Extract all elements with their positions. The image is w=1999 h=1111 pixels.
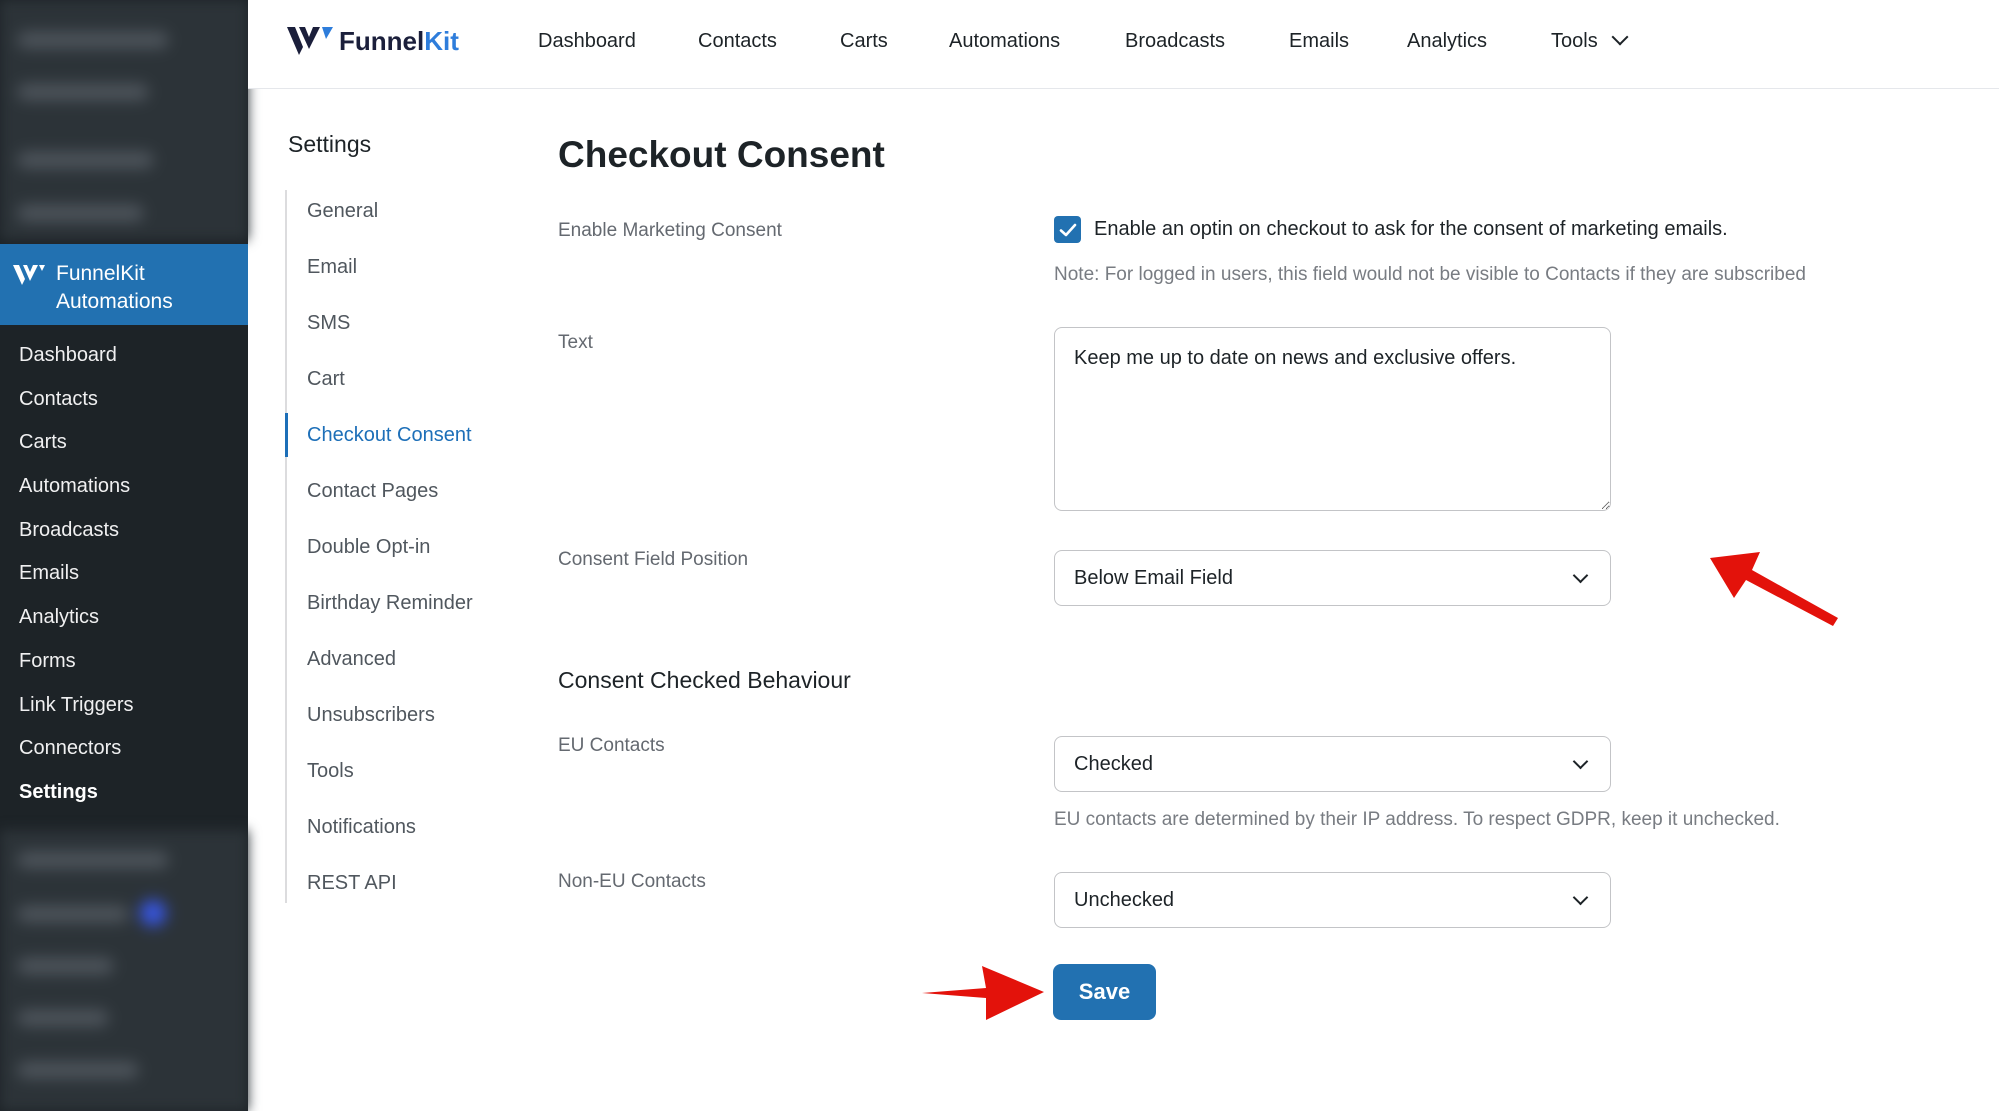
consent-checked-behaviour-title: Consent Checked Behaviour: [558, 667, 851, 693]
sidebar-item-funnelkit-automations[interactable]: FunnelKit Automations: [0, 244, 248, 325]
settings-nav-double-opt-in[interactable]: Double Opt-in: [307, 536, 430, 559]
top-nav-contacts[interactable]: Contacts: [698, 30, 777, 53]
consent-field-position-value: Below Email Field: [1074, 566, 1233, 589]
settings-nav-general[interactable]: General: [307, 200, 378, 223]
non-eu-contacts-select[interactable]: Unchecked: [1054, 872, 1611, 928]
top-nav-emails[interactable]: Emails: [1289, 30, 1349, 53]
blurred-menu-top: [0, 0, 248, 240]
settings-nav-advanced[interactable]: Advanced: [307, 648, 396, 671]
blurred-menu-bottom: [0, 830, 248, 1111]
marketing-consent-checkbox[interactable]: [1054, 216, 1081, 243]
marketing-consent-checkbox-label[interactable]: Enable an optin on checkout to ask for t…: [1094, 218, 1728, 241]
sidebar-item-automations[interactable]: Automations: [0, 465, 248, 509]
sidebar-item-link-triggers[interactable]: Link Triggers: [0, 684, 248, 728]
chevron-down-icon: [1572, 753, 1589, 770]
top-nav-carts[interactable]: Carts: [840, 30, 888, 53]
wp-admin-sidebar: FunnelKit Automations Dashboard Contacts…: [0, 0, 248, 1111]
eu-contacts-note: EU contacts are determined by their IP a…: [1054, 809, 1780, 830]
settings-nav-email[interactable]: Email: [307, 256, 357, 279]
sidebar-item-broadcasts[interactable]: Broadcasts: [0, 509, 248, 553]
settings-nav-birthday-reminder[interactable]: Birthday Reminder: [307, 592, 473, 615]
funnelkit-logo-icon: [13, 265, 45, 285]
sidebar-item-contacts[interactable]: Contacts: [0, 378, 248, 422]
top-nav-analytics[interactable]: Analytics: [1407, 30, 1487, 53]
non-eu-contacts-label: Non-EU Contacts: [558, 871, 706, 892]
text-field-label: Text: [558, 332, 593, 353]
settings-nav-notifications[interactable]: Notifications: [307, 816, 416, 839]
top-nav-broadcasts[interactable]: Broadcasts: [1125, 30, 1225, 53]
sidebar-item-emails[interactable]: Emails: [0, 552, 248, 596]
sidebar-item-analytics[interactable]: Analytics: [0, 596, 248, 640]
checkmark-icon: [1059, 223, 1076, 236]
sidebar-brand-label: FunnelKit Automations: [56, 262, 173, 313]
settings-nav-contact-pages[interactable]: Contact Pages: [307, 480, 438, 503]
consent-field-position-select[interactable]: Below Email Field: [1054, 550, 1611, 606]
eu-contacts-value: Checked: [1074, 752, 1153, 775]
settings-title: Settings: [288, 131, 372, 157]
settings-nav-cart[interactable]: Cart: [307, 368, 345, 391]
red-arrow-icon: [1710, 552, 1838, 626]
active-indicator: [285, 413, 288, 457]
sidebar-item-settings[interactable]: Settings: [0, 771, 248, 815]
sidebar-item-forms[interactable]: Forms: [0, 640, 248, 684]
chevron-down-icon: [1611, 28, 1629, 46]
settings-nav-checkout-consent[interactable]: Checkout Consent: [307, 424, 472, 447]
top-nav-tools-label: Tools: [1551, 30, 1598, 52]
settings-nav-rest-api[interactable]: REST API: [307, 872, 397, 895]
red-arrow-icon: [922, 966, 1044, 1020]
enable-marketing-consent-label: Enable Marketing Consent: [558, 220, 782, 241]
wp-admin-menu: Dashboard Contacts Carts Automations Bro…: [0, 334, 248, 815]
settings-nav: General Email SMS Cart Checkout Consent …: [285, 190, 525, 903]
marketing-consent-note: Note: For logged in users, this field wo…: [1054, 264, 1806, 285]
settings-nav-tools[interactable]: Tools: [307, 760, 354, 783]
chevron-down-icon: [1572, 567, 1589, 584]
settings-nav-unsubscribers[interactable]: Unsubscribers: [307, 704, 435, 727]
consent-text-input[interactable]: Keep me up to date on news and exclusive…: [1054, 327, 1611, 511]
top-header: FunnelKit Dashboard Contacts Carts Autom…: [248, 0, 1999, 89]
sidebar-item-carts[interactable]: Carts: [0, 421, 248, 465]
eu-contacts-label: EU Contacts: [558, 735, 665, 756]
non-eu-contacts-value: Unchecked: [1074, 888, 1175, 911]
top-nav-automations[interactable]: Automations: [949, 30, 1060, 53]
page-title: Checkout Consent: [558, 134, 885, 175]
top-nav-tools[interactable]: Tools: [1551, 28, 1629, 53]
consent-field-position-label: Consent Field Position: [558, 549, 749, 570]
chevron-down-icon: [1572, 889, 1589, 906]
sidebar-item-dashboard[interactable]: Dashboard: [0, 334, 248, 378]
eu-contacts-select[interactable]: Checked: [1054, 736, 1611, 792]
sidebar-item-connectors[interactable]: Connectors: [0, 727, 248, 771]
save-button[interactable]: Save: [1053, 964, 1156, 1020]
top-nav: Dashboard Contacts Carts Automations Bro…: [248, 0, 1999, 89]
settings-nav-sms[interactable]: SMS: [307, 312, 350, 335]
top-nav-dashboard[interactable]: Dashboard: [538, 30, 636, 53]
